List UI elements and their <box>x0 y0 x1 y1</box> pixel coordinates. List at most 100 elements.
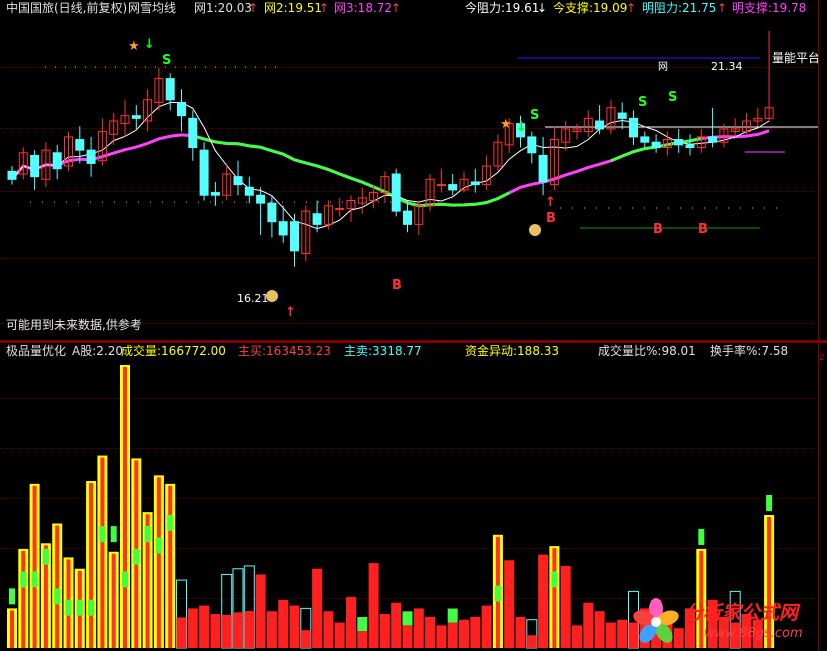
volume-bar <box>617 619 628 648</box>
up-arrow-icon: ↑ <box>285 305 296 320</box>
site-logo: 分析家公式网 www.88gs.com <box>628 596 827 651</box>
buy-signal: B <box>392 278 402 293</box>
candle-body <box>436 184 446 187</box>
fund-abnormal-mark <box>167 514 174 531</box>
candle-body <box>312 213 322 225</box>
main-sell-bar <box>447 608 458 623</box>
candle-body <box>7 170 17 180</box>
volume-bar <box>447 622 458 648</box>
volume-bar <box>560 565 571 648</box>
logo-name: 分析家公式网 <box>684 602 799 624</box>
volume-bar <box>481 605 492 648</box>
main-buy-bar <box>221 614 232 648</box>
candle-body <box>448 184 458 191</box>
volume-bar <box>323 611 334 648</box>
sell-signal: S <box>162 53 171 68</box>
candle-body <box>708 136 718 143</box>
fund-abnormal-mark <box>88 599 95 616</box>
candle-body <box>651 141 661 148</box>
volume-bar <box>402 625 413 648</box>
volume-bar <box>459 619 469 648</box>
low-price-label: 16.21 <box>237 292 269 305</box>
candle-body <box>527 136 537 154</box>
runner-icon: ★ <box>500 117 512 132</box>
candle-body <box>640 136 650 143</box>
fund-abnormal-mark <box>42 548 49 565</box>
volume-bar <box>515 616 526 648</box>
candle-body <box>403 210 412 225</box>
candle-body <box>617 112 627 119</box>
candle-body <box>685 144 695 149</box>
main-buy-bar <box>526 635 537 648</box>
main-buy-bar <box>300 630 311 648</box>
volume-bar <box>357 631 368 648</box>
volume-bar <box>278 599 289 648</box>
fund-abnormal-mark <box>76 599 83 616</box>
volume-bar <box>255 574 266 648</box>
down-arrow-icon: ↓ <box>516 120 527 135</box>
volume-bar <box>391 602 402 648</box>
volume-bar <box>379 614 390 648</box>
candle-body <box>165 78 175 101</box>
fund-abnormal-mark <box>133 548 140 565</box>
volume-bar <box>187 608 198 648</box>
candle-body <box>267 202 277 223</box>
buy-signal: B <box>698 222 708 237</box>
logo-url: www.88gs.com <box>704 626 803 641</box>
sell-signal: S <box>668 90 677 105</box>
main-buy-bar <box>32 485 37 648</box>
volume-bar <box>425 616 436 648</box>
candle-body <box>75 139 85 151</box>
candle-body <box>335 207 345 210</box>
fund-abnormal-mark <box>155 537 162 554</box>
fund-abnormal-mark <box>54 588 61 605</box>
fund-abnormal-mark <box>698 528 705 545</box>
volume-bar <box>538 554 549 648</box>
candle-body <box>391 173 401 212</box>
fund-abnormal-mark <box>20 571 27 588</box>
candle-body <box>52 152 62 170</box>
main-buy-bar <box>10 610 14 648</box>
main-buy-bar <box>55 525 60 648</box>
main-buy-bar <box>233 612 243 648</box>
volume-bar <box>289 605 300 648</box>
high-price-label: 21.34 <box>711 60 743 73</box>
volume-bar <box>436 625 447 648</box>
candle-body <box>629 117 638 138</box>
volume-bar <box>312 568 323 648</box>
candle-body <box>538 154 548 183</box>
fund-abnormal-mark <box>65 599 72 616</box>
fund-abnormal-mark <box>144 526 151 543</box>
fund-abnormal-mark <box>31 571 38 588</box>
candle-body <box>233 176 243 186</box>
main-sell-bar <box>402 611 413 626</box>
candle-body <box>210 192 220 196</box>
volume-bar <box>266 611 277 648</box>
main-buy-bar <box>176 617 187 648</box>
sell-signal: S <box>638 95 647 110</box>
disclaimer-text: 可能用到未来数据,供参考 <box>6 318 142 332</box>
fund-abnormal-mark <box>551 571 558 588</box>
flower-logo-icon <box>633 598 679 643</box>
kline-panel[interactable]: 中国国旅(日线,前复权) 网雪均线 网1:20.03 ↑ 网2:19.51 ↑ … <box>0 0 820 340</box>
fund-abnormal-mark <box>9 588 15 605</box>
fund-abnormal-mark <box>122 571 128 588</box>
candle-body <box>290 221 299 252</box>
main-sell-bar <box>357 617 368 632</box>
main-buy-bar <box>89 483 94 648</box>
candle-body <box>86 149 96 164</box>
candle-body <box>674 139 684 146</box>
ma-white-line <box>11 102 770 230</box>
fund-abnormal-mark <box>494 585 501 602</box>
volume-bar <box>572 625 582 648</box>
sell-signal: S <box>530 108 539 123</box>
main-buy-bar <box>552 548 557 648</box>
candle-body <box>188 117 198 148</box>
main-buy-bar <box>21 550 26 648</box>
candle-body <box>470 181 480 186</box>
candle-body <box>30 154 40 178</box>
volume-bar <box>605 622 616 648</box>
volume-bar <box>413 608 424 648</box>
candle-body <box>131 115 141 119</box>
down-arrow-icon: ↓ <box>144 37 155 52</box>
